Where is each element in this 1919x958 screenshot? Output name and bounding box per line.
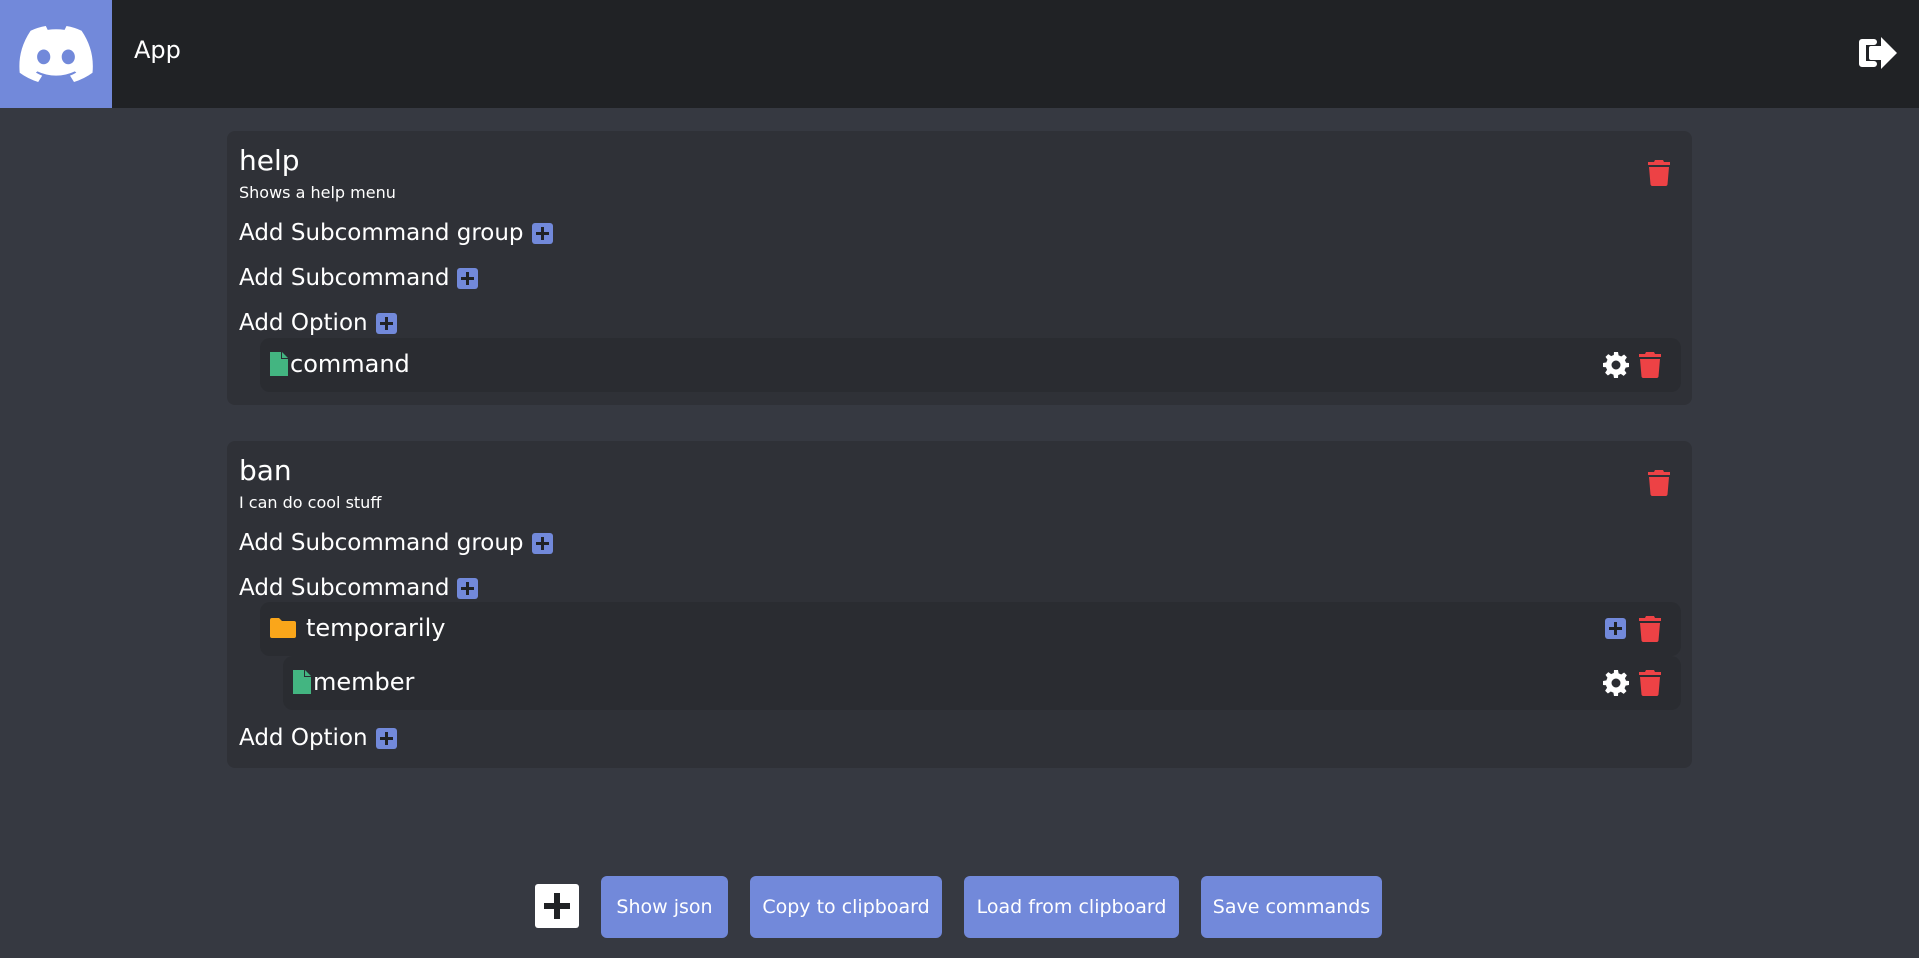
delete-subcommand-group-trash-icon[interactable] — [1639, 616, 1661, 642]
plus-icon — [531, 222, 553, 244]
file-icon — [270, 352, 288, 376]
command-description: I can do cool stuff — [239, 493, 382, 512]
show-json-button[interactable]: Show json — [601, 876, 728, 938]
add-subcommand-group-label: Add Subcommand group — [239, 220, 524, 246]
option-row[interactable]: command — [260, 338, 1681, 392]
add-option-button[interactable]: Add Option — [239, 310, 397, 336]
command-description: Shows a help menu — [239, 183, 396, 202]
add-subcommand-button[interactable]: Add Subcommand — [239, 265, 479, 291]
subcommand-name: member — [313, 668, 415, 696]
app-title: App — [134, 36, 181, 64]
load-from-clipboard-button[interactable]: Load from clipboard — [964, 876, 1179, 938]
delete-command-trash-icon[interactable] — [1648, 160, 1670, 186]
folder-icon — [270, 618, 296, 638]
logout-button[interactable] — [1859, 33, 1899, 73]
copy-to-clipboard-button[interactable]: Copy to clipboard — [750, 876, 942, 938]
add-option-label: Add Option — [239, 310, 368, 336]
subcommand-group-row[interactable]: temporarily — [260, 602, 1681, 656]
discord-logo-icon — [19, 26, 93, 82]
add-subcommand-label: Add Subcommand — [239, 265, 450, 291]
add-option-label: Add Option — [239, 725, 368, 751]
option-name: command — [290, 350, 410, 378]
delete-option-trash-icon[interactable] — [1639, 352, 1661, 378]
plus-icon — [375, 312, 397, 334]
add-subcommand-group-button[interactable]: Add Subcommand group — [239, 220, 553, 246]
sign-out-icon — [1859, 37, 1897, 69]
plus-icon — [457, 577, 479, 599]
add-subcommand-button[interactable]: Add Subcommand — [239, 575, 479, 601]
subcommand-group-name: temporarily — [306, 614, 446, 642]
plus-icon — [375, 727, 397, 749]
save-commands-button[interactable]: Save commands — [1201, 876, 1382, 938]
command-card-ban: ban I can do cool stuff Add Subcommand g… — [227, 441, 1692, 768]
top-bar: App — [0, 0, 1919, 108]
plus-icon — [457, 267, 479, 289]
add-subcommand-label: Add Subcommand — [239, 575, 450, 601]
command-card-help: help Shows a help menu Add Subcommand gr… — [227, 131, 1692, 405]
add-subcommand-plus-icon[interactable] — [1605, 618, 1626, 639]
discord-logo[interactable] — [0, 0, 112, 108]
delete-command-trash-icon[interactable] — [1648, 470, 1670, 496]
add-subcommand-group-label: Add Subcommand group — [239, 530, 524, 556]
plus-icon — [544, 893, 570, 919]
command-name: ban — [239, 454, 292, 487]
delete-subcommand-trash-icon[interactable] — [1639, 670, 1661, 696]
subcommand-row[interactable]: member — [283, 656, 1681, 710]
file-icon — [293, 670, 311, 694]
add-command-button[interactable] — [535, 884, 579, 928]
plus-icon — [531, 532, 553, 554]
gear-icon[interactable] — [1603, 670, 1629, 696]
gear-icon[interactable] — [1603, 352, 1629, 378]
add-subcommand-group-button[interactable]: Add Subcommand group — [239, 530, 553, 556]
add-option-button[interactable]: Add Option — [239, 725, 397, 751]
command-name: help — [239, 144, 300, 177]
